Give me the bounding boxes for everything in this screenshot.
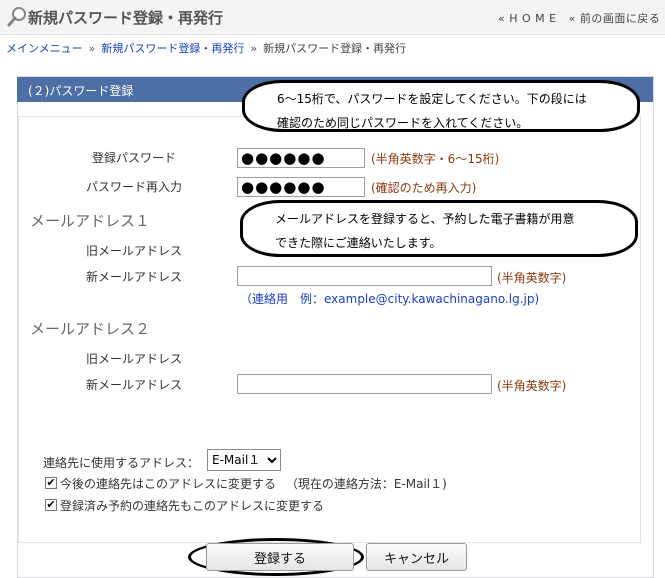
- breadcrumb-separator: »: [88, 42, 96, 55]
- breadcrumb-separator: »: [250, 42, 258, 55]
- check-icon: ✔: [46, 476, 56, 489]
- callout-text: できた際にご連絡いたします。: [275, 236, 442, 250]
- password-label: 登録パスワード: [92, 151, 177, 165]
- breadcrumb: メインメニュー » 新規パスワード登録・再発行 » 新規パスワード登録・再発行: [6, 40, 406, 56]
- change-reserved-label: 登録済み予約の連絡先もこのアドレスに変更する: [60, 499, 325, 513]
- email1-new-input[interactable]: [237, 266, 492, 286]
- check-icon: ✔: [46, 498, 56, 511]
- email-hint-callout: メールアドレスを登録すると、予約した電子書籍が用意 できた際にご連絡いたします。: [240, 200, 638, 257]
- email2-new-input[interactable]: [237, 374, 492, 394]
- back-link[interactable]: « 前の画面に戻る: [569, 12, 661, 25]
- cancel-button[interactable]: キャンセル: [366, 543, 467, 571]
- password-input[interactable]: ●●●●●●: [237, 148, 365, 168]
- password-confirm-note: (確認のため再入力): [371, 181, 477, 195]
- password-note: (半角英数字・6～15桁): [371, 152, 500, 166]
- breadcrumb-main-menu[interactable]: メインメニュー: [6, 42, 83, 55]
- email2-old-label: 旧メールアドレス: [86, 352, 183, 366]
- search-icon: [6, 6, 28, 28]
- breadcrumb-current: 新規パスワード登録・再発行: [263, 42, 407, 55]
- email2-section-title: メールアドレス２: [30, 320, 151, 338]
- breadcrumb-parent[interactable]: 新規パスワード登録・再発行: [101, 42, 244, 55]
- email2-new-label: 新メールアドレス: [86, 378, 183, 392]
- password-hint-callout: 6～15桁で、パスワードを設定してください。下の段には 確認のため同じパスワード…: [242, 80, 640, 132]
- contact-address-select[interactable]: E-Mail１: [207, 449, 281, 471]
- callout-text: メールアドレスを登録すると、予約した電子書籍が用意: [275, 212, 575, 226]
- panel-title: (２)パスワード登録: [28, 84, 134, 98]
- email1-new-label: 新メールアドレス: [86, 270, 183, 284]
- change-future-checkbox[interactable]: ✔: [45, 477, 57, 489]
- change-future-text: 今後の連絡先はこのアドレスに変更する: [60, 477, 277, 491]
- password-confirm-input[interactable]: ●●●●●●: [237, 177, 365, 197]
- password-confirm-label: パスワード再入力: [86, 180, 183, 194]
- change-future-label: 今後の連絡先はこのアドレスに変更する （現在の連絡方法：E-Mail１): [60, 475, 447, 492]
- email1-note: (半角英数字): [497, 271, 567, 285]
- email1-example: （連絡用 例：example@city.kawachinagano.lg.jp): [240, 292, 540, 306]
- contact-address-label: 連絡先に使用するアドレス：: [43, 456, 200, 470]
- callout-text: 6～15桁で、パスワードを設定してください。下の段には: [277, 92, 587, 106]
- home-link[interactable]: « H O M E: [498, 12, 557, 25]
- email1-old-label: 旧メールアドレス: [86, 244, 183, 258]
- page-title: 新規パスワード登録・再発行: [28, 9, 224, 27]
- email2-note: (半角英数字): [497, 379, 567, 393]
- header-nav: « H O M E « 前の画面に戻る: [498, 10, 660, 26]
- change-reserved-checkbox[interactable]: ✔: [45, 499, 57, 511]
- submit-button[interactable]: 登録する: [206, 543, 354, 571]
- email1-section-title: メールアドレス１: [30, 212, 151, 230]
- callout-text: 確認のため同じパスワードを入れてください。: [277, 116, 529, 130]
- current-method-text: （現在の連絡方法：E-Mail１): [285, 477, 447, 491]
